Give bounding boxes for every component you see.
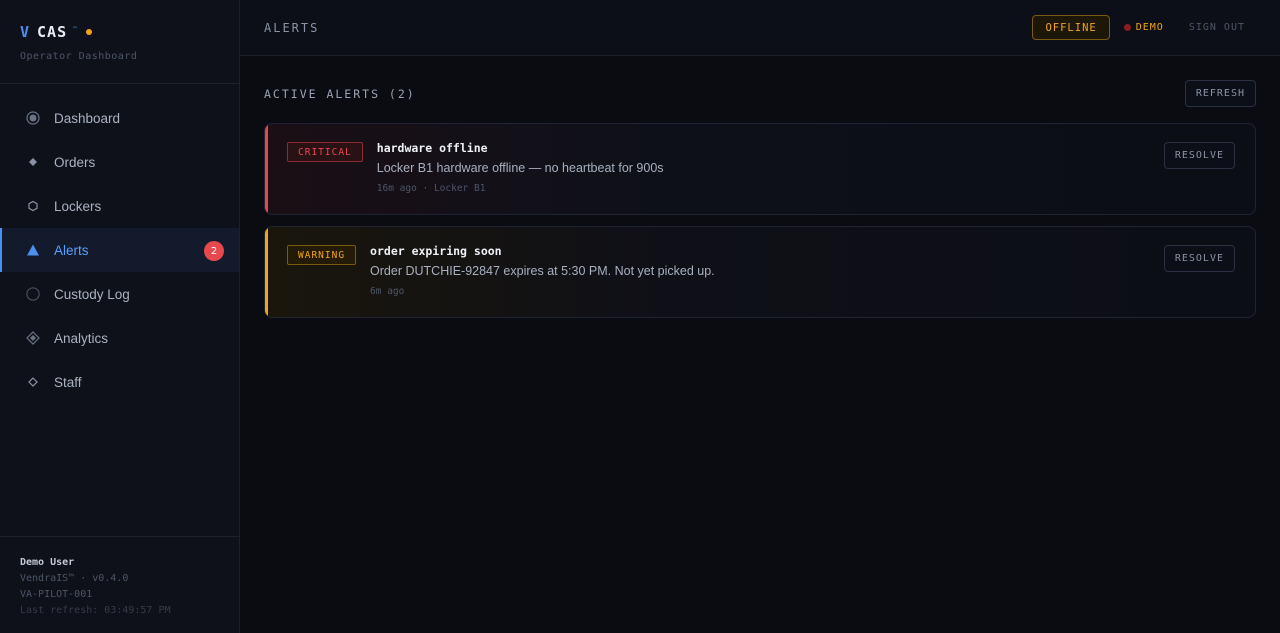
sidebar-item-label: Analytics: [54, 330, 109, 346]
alert-title: hardware offline: [376, 141, 488, 155]
resolve-button[interactable]: RESOLVE: [1163, 142, 1235, 169]
sidebar-item-orders[interactable]: Orders: [0, 140, 239, 184]
alert-message: Order DUTCHIE-92847 expires at 5:30 PM. …: [370, 264, 715, 278]
resolve-button[interactable]: RESOLVE: [1163, 245, 1235, 272]
alert-card: WARNING order expiring soon Order DUTCHI…: [264, 226, 1256, 318]
severity-badge: CRITICAL: [287, 142, 363, 162]
topbar-actions: OFFLINE DEMO SIGN OUT: [1032, 15, 1256, 40]
sidebar-item-label: Custody Log: [54, 286, 130, 302]
triangle-icon: [26, 243, 40, 257]
hexagon-outline-icon: [26, 199, 40, 213]
app-root: V CAS ™ Operator Dashboard Dashboard Ord…: [0, 0, 1280, 633]
sidebar-item-staff[interactable]: Staff: [0, 360, 239, 404]
sidebar-nav: Dashboard Orders Lockers Alerts 2 Custod…: [0, 84, 239, 404]
topbar: ALERTS OFFLINE DEMO SIGN OUT: [240, 0, 1280, 56]
alert-meta: 6m ago: [370, 286, 405, 297]
section-header: ACTIVE ALERTS (2) REFRESH: [264, 80, 1256, 107]
sidebar-item-label: Dashboard: [54, 110, 121, 126]
sidebar-item-label: Staff: [54, 374, 82, 390]
sidebar-item-lockers[interactable]: Lockers: [0, 184, 239, 228]
alert-message: Locker B1 hardware offline — no heartbea…: [376, 161, 664, 175]
brand-v: V: [20, 23, 30, 41]
diamond-small-icon: [26, 155, 40, 169]
app-version: VendraIS™ · v0.4.0: [20, 573, 129, 584]
demo-dot-icon: [1123, 24, 1131, 31]
sidebar-item-label: Alerts: [54, 242, 89, 258]
sidebar-item-label: Lockers: [54, 198, 102, 214]
demo-indicator: DEMO: [1123, 22, 1164, 33]
alert-count-badge: 2: [204, 241, 224, 261]
sidebar-item-dashboard[interactable]: Dashboard: [0, 96, 239, 140]
diamond-target-icon: [26, 331, 40, 345]
sign-out-button[interactable]: SIGN OUT: [1189, 22, 1245, 33]
brand-logo[interactable]: V CAS ™: [20, 22, 219, 42]
sidebar-footer: Demo User VendraIS™ · v0.4.0 VA-PILOT-00…: [0, 536, 239, 633]
alerts-section: ACTIVE ALERTS (2) REFRESH CRITICAL hardw…: [240, 56, 1280, 329]
radio-dot-icon: [26, 111, 40, 125]
status-dot-icon: [85, 29, 92, 35]
alert-meta: 16m ago · Locker B1: [376, 183, 486, 194]
sidebar-item-analytics[interactable]: Analytics: [0, 316, 239, 360]
alert-body: hardware offline Locker B1 hardware offl…: [377, 141, 664, 214]
refresh-button[interactable]: REFRESH: [1184, 80, 1256, 107]
brand-trademark: ™: [73, 25, 77, 33]
brand-name: CAS: [37, 23, 68, 41]
sidebar-item-custody-log[interactable]: Custody Log: [0, 272, 239, 316]
severity-badge: WARNING: [287, 245, 357, 265]
circle-outline-icon: [26, 287, 40, 301]
user-name: Demo User: [20, 557, 75, 568]
sidebar: V CAS ™ Operator Dashboard Dashboard Ord…: [0, 0, 240, 633]
demo-label: DEMO: [1135, 22, 1164, 33]
alert-title: order expiring soon: [370, 244, 502, 258]
last-refresh: Last refresh: 03:49:57 PM: [20, 605, 171, 616]
sidebar-item-label: Orders: [54, 154, 96, 170]
sidebar-item-alerts[interactable]: Alerts 2: [0, 228, 239, 272]
brand-subtitle: Operator Dashboard: [20, 51, 138, 62]
main-area: ALERTS OFFLINE DEMO SIGN OUT ACTIVE ALER…: [240, 0, 1280, 633]
alert-card: CRITICAL hardware offline Locker B1 hard…: [264, 123, 1256, 215]
offline-status-button[interactable]: OFFLINE: [1032, 15, 1110, 40]
site-id: VA-PILOT-001: [20, 589, 93, 600]
diamond-outline-icon: [26, 375, 40, 389]
section-title: ACTIVE ALERTS (2): [264, 86, 416, 101]
alert-body: order expiring soon Order DUTCHIE-92847 …: [370, 244, 715, 317]
brand: V CAS ™ Operator Dashboard: [0, 0, 239, 84]
page-title: ALERTS: [264, 20, 320, 35]
